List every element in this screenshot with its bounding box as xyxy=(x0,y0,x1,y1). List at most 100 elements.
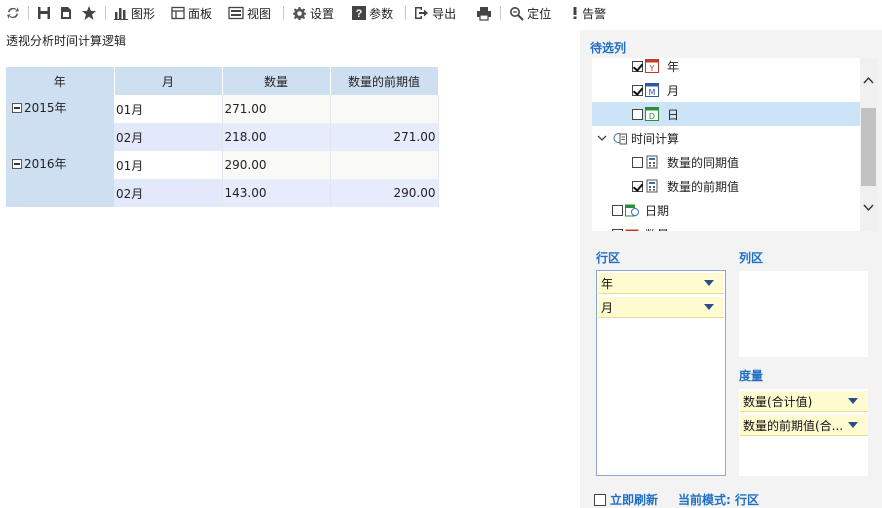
date-field-icon xyxy=(625,204,639,217)
month-field-icon: M xyxy=(645,83,659,97)
locate-icon xyxy=(510,6,524,21)
year-checkbox[interactable] xyxy=(632,60,643,72)
previous-period-cell xyxy=(330,151,439,179)
favorite-button[interactable] xyxy=(77,2,101,24)
save-icon xyxy=(38,7,50,19)
measures-title: 度量 xyxy=(739,369,764,383)
tree-item-month[interactable]: M 月 xyxy=(592,78,860,102)
print-button[interactable] xyxy=(472,2,496,24)
time-calc-icon xyxy=(613,133,627,145)
panel-footer: 立即刷新 当前模式: 行区 xyxy=(594,491,759,508)
view-button-label: 视图 xyxy=(247,6,272,21)
pivot-header-quantity[interactable]: 数量 xyxy=(222,67,331,95)
save-button[interactable] xyxy=(33,2,55,24)
calc-field-icon xyxy=(646,179,658,193)
tree-item-year[interactable]: Y 年 xyxy=(592,58,860,78)
auto-refresh-label[interactable]: 立即刷新 xyxy=(610,491,658,508)
svg-text:Y: Y xyxy=(649,64,655,73)
measure-field-label: 数量(合计值) xyxy=(743,394,813,409)
save-as-button[interactable] xyxy=(55,2,77,24)
scroll-down-icon[interactable] xyxy=(863,204,874,212)
tree-label: 月 xyxy=(667,83,680,98)
previous-period-checkbox[interactable] xyxy=(632,180,643,192)
settings-button-label: 设置 xyxy=(310,6,335,21)
pivot-header-month[interactable]: 月 xyxy=(114,67,223,95)
tree-item-same-period[interactable]: 数量的同期值 xyxy=(592,150,860,174)
tree-label: 数量的前期值 xyxy=(667,179,740,194)
quantity-cell: 290.00 xyxy=(222,151,331,179)
year-group-2015: 2015年 xyxy=(6,95,114,151)
pivot-header-previous-period[interactable]: 数量的前期值 xyxy=(330,67,439,95)
refresh-icon xyxy=(7,7,19,19)
scrollbar-thumb[interactable] xyxy=(861,108,876,186)
measure-field-label: 数量的前期值(合... xyxy=(743,418,844,433)
collapse-icon[interactable] xyxy=(12,103,22,113)
tree-item-time-calc[interactable]: 时间计算 xyxy=(592,126,860,150)
quantity-cell: 143.00 xyxy=(222,179,331,207)
chevron-down-icon[interactable] xyxy=(597,133,607,143)
row-field-month[interactable]: 月 xyxy=(598,297,724,318)
alert-button[interactable]: 告警 xyxy=(567,2,610,24)
auto-refresh-checkbox[interactable] xyxy=(594,493,606,506)
previous-period-cell: 290.00 xyxy=(330,179,439,207)
month-cell: 01月 xyxy=(114,95,223,123)
chart-button-label: 图形 xyxy=(131,6,156,21)
measure-field-previous-period[interactable]: 数量的前期值(合... xyxy=(740,415,868,436)
candidate-tree: Y 年 M 月 D 日 时间计算 数量的同期值 数量的前期值 日期 xyxy=(592,58,860,231)
row-field-year[interactable]: 年 xyxy=(598,273,724,294)
tree-label: 时间计算 xyxy=(631,131,680,146)
panel-button-label: 面板 xyxy=(188,6,213,21)
locate-button-label: 定位 xyxy=(527,6,552,21)
dropdown-arrow-icon[interactable] xyxy=(704,304,714,310)
alert-button-label: 告警 xyxy=(582,6,607,21)
columns-drop-zone[interactable] xyxy=(739,271,868,357)
toolbar-separator xyxy=(283,6,285,20)
export-button-label: 导出 xyxy=(432,6,457,21)
row-field-label: 年 xyxy=(601,276,614,291)
pivot-header-year[interactable]: 年 xyxy=(6,67,115,95)
settings-button[interactable]: 设置 xyxy=(288,2,338,24)
dropdown-arrow-icon[interactable] xyxy=(848,422,858,428)
tree-scrollbar[interactable] xyxy=(860,58,877,231)
tree-item-quantity[interactable]: 数量 xyxy=(592,222,860,231)
tree-label: 数量 xyxy=(645,226,669,232)
row-field-label: 月 xyxy=(601,300,614,315)
year-label: 2015年 xyxy=(24,101,67,115)
parameter-icon: ? xyxy=(352,6,367,20)
previous-period-cell xyxy=(330,95,439,123)
same-period-checkbox[interactable] xyxy=(632,156,643,168)
tree-item-previous-period[interactable]: 数量的前期值 xyxy=(592,174,860,198)
dropdown-arrow-icon[interactable] xyxy=(848,398,858,404)
measure-field-quantity[interactable]: 数量(合计值) xyxy=(740,391,868,412)
panel-icon xyxy=(171,6,185,20)
date-checkbox[interactable] xyxy=(612,204,623,216)
locate-button[interactable]: 定位 xyxy=(505,2,555,24)
month-cell: 02月 xyxy=(114,123,223,151)
view-button[interactable]: 视图 xyxy=(224,2,275,24)
chart-button[interactable]: 图形 xyxy=(110,2,159,24)
export-button[interactable]: 导出 xyxy=(410,2,460,24)
day-checkbox[interactable] xyxy=(632,108,643,120)
panel-button[interactable]: 面板 xyxy=(167,2,216,24)
tree-label: 日期 xyxy=(645,203,670,218)
dropdown-arrow-icon[interactable] xyxy=(704,280,714,286)
quantity-checkbox[interactable] xyxy=(612,228,623,231)
quantity-cell: 271.00 xyxy=(222,95,331,123)
month-checkbox[interactable] xyxy=(632,84,643,96)
year-label: 2016年 xyxy=(24,157,67,171)
svg-text:M: M xyxy=(649,88,656,97)
tree-item-day[interactable]: D 日 xyxy=(592,102,860,126)
tree-item-date[interactable]: 日期 xyxy=(592,198,860,222)
year-group-2016: 2016年 xyxy=(6,151,114,207)
toolbar: 图形 面板 视图 设置 ? 参数 导出 定位 告警 xyxy=(0,0,882,26)
alert-icon xyxy=(573,7,577,19)
current-mode-label: 当前模式: 行区 xyxy=(678,493,759,507)
collapse-icon[interactable] xyxy=(12,159,22,169)
refresh-button[interactable] xyxy=(2,2,24,24)
columns-title: 列区 xyxy=(739,251,764,265)
svg-text:?: ? xyxy=(356,8,363,20)
parameter-button[interactable]: ? 参数 xyxy=(348,2,397,24)
parameter-button-label: 参数 xyxy=(369,6,394,21)
pivot-table: 年 月 数量 数量的前期值 2015年 01月 271.00 02月 218.0… xyxy=(6,67,439,207)
scroll-up-icon[interactable] xyxy=(863,76,874,84)
